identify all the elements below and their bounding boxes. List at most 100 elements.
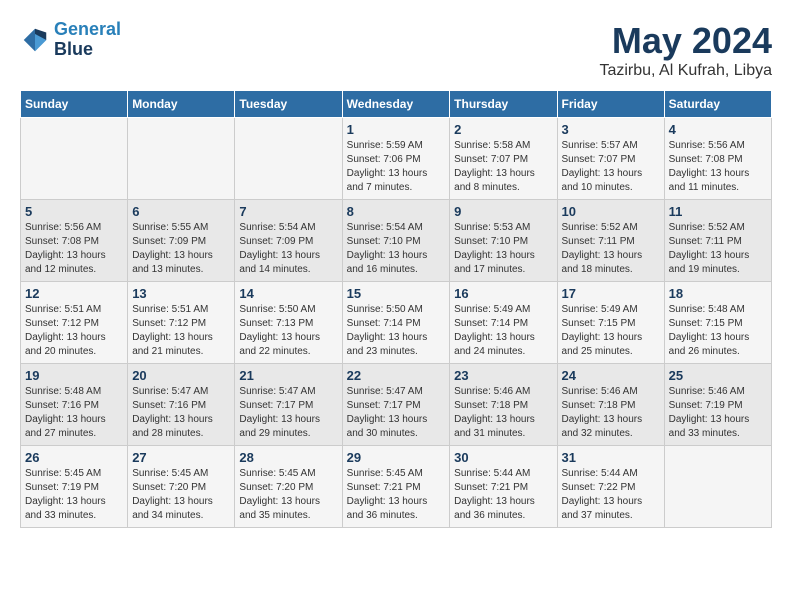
day-info: Sunrise: 5:56 AM Sunset: 7:08 PM Dayligh… [25,221,123,277]
day-header-thursday: Thursday [450,91,557,118]
calendar-header-row: SundayMondayTuesdayWednesdayThursdayFrid… [21,91,772,118]
day-number: 10 [562,204,660,219]
calendar-cell: 12 Sunrise: 5:51 AM Sunset: 7:12 PM Dayli… [21,282,128,364]
day-number: 6 [132,204,230,219]
day-number: 2 [454,122,552,137]
calendar-cell: 14Sunrise: 5:50 AM Sunset: 7:13 PM Dayli… [235,282,342,364]
calendar-cell: 2 Sunrise: 5:58 AM Sunset: 7:07 PM Daylig… [450,118,557,200]
day-number: 9 [454,204,552,219]
day-info: Sunrise: 5:45 AM Sunset: 7:20 PM Dayligh… [132,467,230,523]
calendar-week-row: 19 Sunrise: 5:48 AM Sunset: 7:16 PM Dayli… [21,364,772,446]
day-info: Sunrise: 5:50 AM Sunset: 7:13 PM Dayligh… [239,303,337,359]
day-info: Sunrise: 5:47 AM Sunset: 7:17 PM Dayligh… [347,385,446,441]
location: Tazirbu, Al Kufrah, Libya [599,62,772,80]
day-info: Sunrise: 5:52 AM Sunset: 7:11 PM Dayligh… [562,221,660,277]
day-number: 8 [347,204,446,219]
day-header-wednesday: Wednesday [342,91,450,118]
day-info: Sunrise: 5:56 AM Sunset: 7:08 PM Dayligh… [669,139,767,195]
calendar-cell: 16 Sunrise: 5:49 AM Sunset: 7:14 PM Dayli… [450,282,557,364]
day-info: Sunrise: 5:54 AM Sunset: 7:09 PM Dayligh… [239,221,337,277]
calendar-cell: 22 Sunrise: 5:47 AM Sunset: 7:17 PM Dayli… [342,364,450,446]
title-area: May 2024 Tazirbu, Al Kufrah, Libya [599,20,772,80]
calendar-cell: 19 Sunrise: 5:48 AM Sunset: 7:16 PM Dayli… [21,364,128,446]
calendar-cell: 28 Sunrise: 5:45 AM Sunset: 7:20 PM Dayli… [235,446,342,528]
day-number: 3 [562,122,660,137]
calendar-cell [128,118,235,200]
day-number: 31 [562,450,660,465]
day-info: Sunrise: 5:45 AM Sunset: 7:20 PM Dayligh… [239,467,337,523]
day-info: Sunrise: 5:51 AM Sunset: 7:12 PM Dayligh… [25,303,123,359]
calendar-cell: 7 Sunrise: 5:54 AM Sunset: 7:09 PM Daylig… [235,200,342,282]
day-number: 24 [562,368,660,383]
day-info: Sunrise: 5:59 AM Sunset: 7:06 PM Dayligh… [347,139,446,195]
day-info: Sunrise: 5:51 AM Sunset: 7:12 PM Dayligh… [132,303,230,359]
day-number: 22 [347,368,446,383]
day-info: Sunrise: 5:55 AM Sunset: 7:09 PM Dayligh… [132,221,230,277]
day-info: Sunrise: 5:58 AM Sunset: 7:07 PM Dayligh… [454,139,552,195]
calendar-cell [21,118,128,200]
day-info: Sunrise: 5:47 AM Sunset: 7:16 PM Dayligh… [132,385,230,441]
day-info: Sunrise: 5:46 AM Sunset: 7:18 PM Dayligh… [562,385,660,441]
calendar-cell: 13Sunrise: 5:51 AM Sunset: 7:12 PM Dayli… [128,282,235,364]
day-number: 18 [669,286,767,301]
day-info: Sunrise: 5:50 AM Sunset: 7:14 PM Dayligh… [347,303,446,359]
day-number: 26 [25,450,123,465]
day-number: 25 [669,368,767,383]
day-number: 4 [669,122,767,137]
calendar-cell: 8 Sunrise: 5:54 AM Sunset: 7:10 PM Daylig… [342,200,450,282]
day-info: Sunrise: 5:45 AM Sunset: 7:19 PM Dayligh… [25,467,123,523]
calendar-cell: 3 Sunrise: 5:57 AM Sunset: 7:07 PM Daylig… [557,118,664,200]
day-info: Sunrise: 5:49 AM Sunset: 7:15 PM Dayligh… [562,303,660,359]
day-number: 1 [347,122,446,137]
calendar-cell: 9Sunrise: 5:53 AM Sunset: 7:10 PM Daylig… [450,200,557,282]
day-number: 11 [669,204,767,219]
logo: General Blue [20,20,121,60]
calendar-cell: 11 Sunrise: 5:52 AM Sunset: 7:11 PM Dayli… [664,200,771,282]
day-info: Sunrise: 5:57 AM Sunset: 7:07 PM Dayligh… [562,139,660,195]
calendar-table: SundayMondayTuesdayWednesdayThursdayFrid… [20,90,772,528]
page-header: General Blue May 2024 Tazirbu, Al Kufrah… [20,20,772,80]
day-info: Sunrise: 5:54 AM Sunset: 7:10 PM Dayligh… [347,221,446,277]
day-header-tuesday: Tuesday [235,91,342,118]
calendar-week-row: 12 Sunrise: 5:51 AM Sunset: 7:12 PM Dayli… [21,282,772,364]
calendar-cell: 30Sunrise: 5:44 AM Sunset: 7:21 PM Dayli… [450,446,557,528]
day-number: 27 [132,450,230,465]
day-info: Sunrise: 5:45 AM Sunset: 7:21 PM Dayligh… [347,467,446,523]
logo-icon [20,25,50,55]
day-info: Sunrise: 5:48 AM Sunset: 7:15 PM Dayligh… [669,303,767,359]
calendar-body: 1 Sunrise: 5:59 AM Sunset: 7:06 PM Daylig… [21,118,772,528]
calendar-week-row: 1 Sunrise: 5:59 AM Sunset: 7:06 PM Daylig… [21,118,772,200]
day-number: 20 [132,368,230,383]
calendar-cell: 24 Sunrise: 5:46 AM Sunset: 7:18 PM Dayli… [557,364,664,446]
day-header-sunday: Sunday [21,91,128,118]
calendar-cell: 26 Sunrise: 5:45 AM Sunset: 7:19 PM Dayli… [21,446,128,528]
calendar-cell: 5Sunrise: 5:56 AM Sunset: 7:08 PM Daylig… [21,200,128,282]
day-number: 28 [239,450,337,465]
calendar-week-row: 5Sunrise: 5:56 AM Sunset: 7:08 PM Daylig… [21,200,772,282]
logo-text: General Blue [54,20,121,60]
day-number: 17 [562,286,660,301]
day-number: 16 [454,286,552,301]
calendar-cell: 18 Sunrise: 5:48 AM Sunset: 7:15 PM Dayli… [664,282,771,364]
day-number: 15 [347,286,446,301]
day-info: Sunrise: 5:52 AM Sunset: 7:11 PM Dayligh… [669,221,767,277]
day-number: 12 [25,286,123,301]
calendar-cell: 6 Sunrise: 5:55 AM Sunset: 7:09 PM Daylig… [128,200,235,282]
month-title: May 2024 [599,20,772,62]
calendar-cell [664,446,771,528]
day-number: 23 [454,368,552,383]
calendar-cell: 25 Sunrise: 5:46 AM Sunset: 7:19 PM Dayli… [664,364,771,446]
day-number: 21 [239,368,337,383]
day-info: Sunrise: 5:46 AM Sunset: 7:19 PM Dayligh… [669,385,767,441]
day-info: Sunrise: 5:48 AM Sunset: 7:16 PM Dayligh… [25,385,123,441]
day-info: Sunrise: 5:46 AM Sunset: 7:18 PM Dayligh… [454,385,552,441]
calendar-cell: 29Sunrise: 5:45 AM Sunset: 7:21 PM Dayli… [342,446,450,528]
calendar-cell: 4 Sunrise: 5:56 AM Sunset: 7:08 PM Daylig… [664,118,771,200]
calendar-cell: 1 Sunrise: 5:59 AM Sunset: 7:06 PM Daylig… [342,118,450,200]
day-number: 19 [25,368,123,383]
day-number: 7 [239,204,337,219]
calendar-cell: 17 Sunrise: 5:49 AM Sunset: 7:15 PM Dayli… [557,282,664,364]
day-info: Sunrise: 5:49 AM Sunset: 7:14 PM Dayligh… [454,303,552,359]
calendar-cell: 23 Sunrise: 5:46 AM Sunset: 7:18 PM Dayli… [450,364,557,446]
calendar-cell: 21Sunrise: 5:47 AM Sunset: 7:17 PM Dayli… [235,364,342,446]
